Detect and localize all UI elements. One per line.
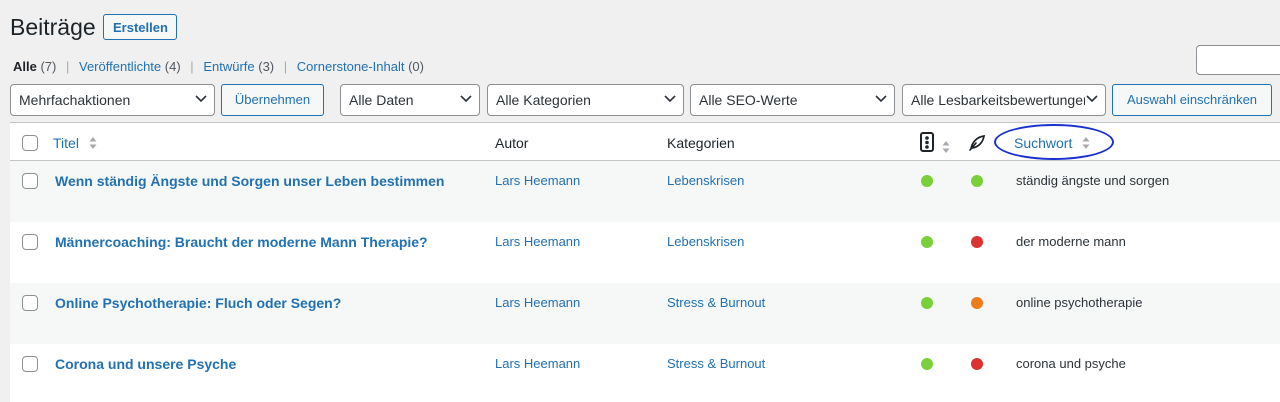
row-checkbox[interactable] xyxy=(22,173,38,189)
focus-keyword: ständig ängste und sorgen xyxy=(1016,173,1170,188)
separator: | xyxy=(190,59,194,74)
column-categories-header: Kategorien xyxy=(667,135,735,151)
author-link[interactable]: Lars Heemann xyxy=(495,234,580,249)
chevron-down-icon xyxy=(663,85,677,115)
view-drafts-count: (3) xyxy=(258,59,275,74)
seo-filter-value: Alle SEO-Werte xyxy=(699,92,798,108)
select-all-checkbox[interactable] xyxy=(22,135,38,151)
seo-score-column-header[interactable] xyxy=(920,132,950,157)
readability-score-dot xyxy=(971,175,983,187)
bulk-action-value: Mehrfachaktionen xyxy=(19,92,131,108)
column-author-header: Autor xyxy=(495,135,529,151)
post-title-link[interactable]: Männercoaching: Braucht der moderne Mann… xyxy=(55,234,428,250)
row-checkbox[interactable] xyxy=(22,356,38,372)
post-status-views: Alle (7) | Veröffentlichte (4) | Entwürf… xyxy=(13,59,424,74)
apply-button[interactable]: Übernehmen xyxy=(221,84,324,116)
category-link[interactable]: Lebenskrisen xyxy=(667,173,744,188)
readability-filter-select[interactable]: Alle Lesbarkeitsbewertungen xyxy=(902,84,1106,116)
add-new-post-button[interactable]: Erstellen xyxy=(103,14,177,40)
category-link[interactable]: Lebenskrisen xyxy=(667,234,744,249)
view-drafts[interactable]: Entwürfe xyxy=(203,59,254,74)
sort-icon xyxy=(942,140,950,157)
search-input[interactable] xyxy=(1196,45,1280,75)
post-title-link[interactable]: Corona und unsere Psyche xyxy=(55,356,236,372)
focus-keyword: der moderne mann xyxy=(1016,234,1126,249)
row-checkbox[interactable] xyxy=(22,234,38,250)
seo-filter-select[interactable]: Alle SEO-Werte xyxy=(690,84,895,116)
author-link[interactable]: Lars Heemann xyxy=(495,356,580,371)
readability-score-dot xyxy=(971,297,983,309)
view-published[interactable]: Veröffentlichte xyxy=(79,59,161,74)
table-row: Online Psychotherapie: Fluch oder Segen?… xyxy=(10,283,1280,344)
chevron-down-icon xyxy=(1085,85,1099,115)
chevron-down-icon xyxy=(874,85,888,115)
view-cornerstone[interactable]: Cornerstone-Inhalt xyxy=(297,59,405,74)
seo-score-dot xyxy=(921,175,933,187)
focus-keyword: online psychotherapie xyxy=(1016,295,1143,310)
category-link[interactable]: Stress & Burnout xyxy=(667,295,765,310)
table-row: Männercoaching: Braucht der moderne Mann… xyxy=(10,222,1280,283)
page-title: Beiträge xyxy=(10,14,96,40)
table-row: Corona und unsere Psyche Lars Heemann St… xyxy=(10,344,1280,402)
author-link[interactable]: Lars Heemann xyxy=(495,173,580,188)
category-filter-select[interactable]: Alle Kategorien xyxy=(487,84,684,116)
table-row: Wenn ständig Ängste und Sorgen unser Leb… xyxy=(10,161,1280,222)
seo-score-dot xyxy=(921,297,933,309)
category-link[interactable]: Stress & Burnout xyxy=(667,356,765,371)
date-filter-value: Alle Daten xyxy=(349,92,414,108)
feather-icon xyxy=(968,134,986,155)
view-cornerstone-count: (0) xyxy=(408,59,424,74)
column-title-header[interactable]: Titel xyxy=(53,135,97,153)
highlight-circle-annotation xyxy=(994,124,1114,160)
chevron-down-icon xyxy=(194,85,208,115)
readability-score-dot xyxy=(971,358,983,370)
column-title-label: Titel xyxy=(53,135,79,151)
separator: | xyxy=(65,59,70,74)
author-link[interactable]: Lars Heemann xyxy=(495,295,580,310)
bulk-action-select[interactable]: Mehrfachaktionen xyxy=(10,84,215,116)
sort-icon xyxy=(89,136,97,153)
post-title-link[interactable]: Wenn ständig Ängste und Sorgen unser Leb… xyxy=(55,173,444,189)
view-published-count: (4) xyxy=(164,59,181,74)
post-title-link[interactable]: Online Psychotherapie: Fluch oder Segen? xyxy=(55,295,341,311)
seo-score-dot xyxy=(921,358,933,370)
seo-score-dot xyxy=(921,236,933,248)
readability-filter-value: Alle Lesbarkeitsbewertungen xyxy=(911,92,1091,108)
traffic-light-icon xyxy=(920,132,934,155)
date-filter-select[interactable]: Alle Daten xyxy=(340,84,480,116)
focus-keyword: corona und psyche xyxy=(1016,356,1126,371)
separator: | xyxy=(283,59,288,74)
view-all-count: (7) xyxy=(40,59,57,74)
chevron-down-icon xyxy=(459,85,473,115)
readability-column-header[interactable] xyxy=(968,134,986,155)
filter-button[interactable]: Auswahl einschränken xyxy=(1112,84,1272,116)
view-all[interactable]: Alle xyxy=(13,59,37,74)
category-filter-value: Alle Kategorien xyxy=(496,92,591,108)
readability-score-dot xyxy=(971,236,983,248)
row-checkbox[interactable] xyxy=(22,295,38,311)
